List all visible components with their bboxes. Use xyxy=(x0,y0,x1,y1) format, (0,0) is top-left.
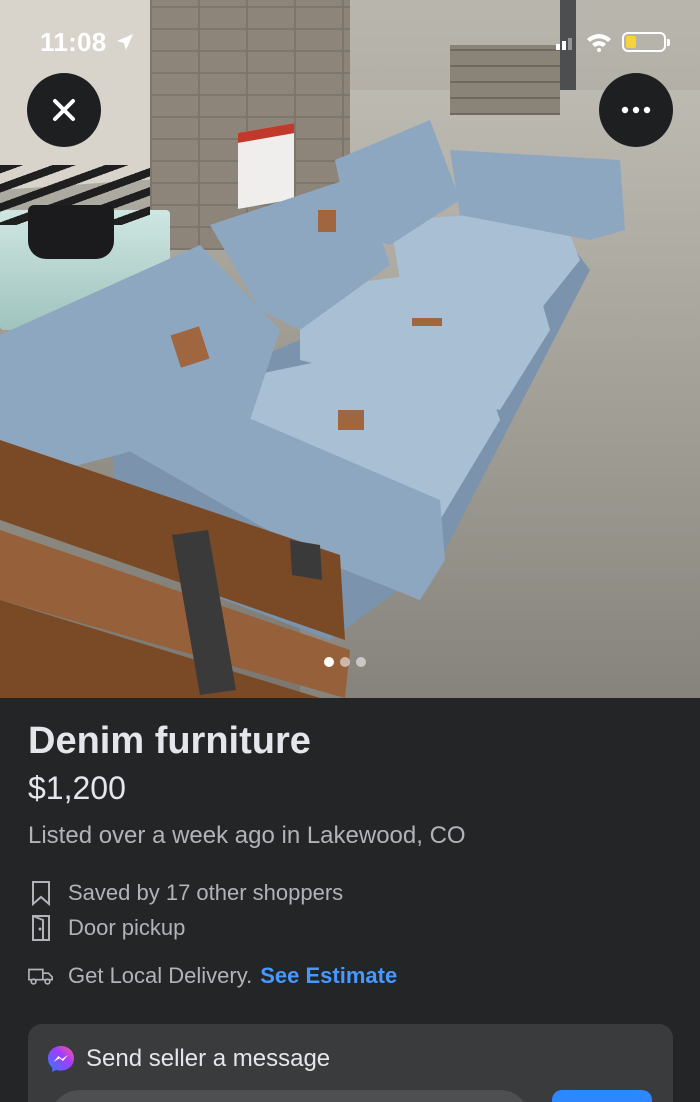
messenger-icon xyxy=(48,1046,74,1072)
listing-title: Denim furniture xyxy=(28,720,311,762)
see-estimate-link[interactable]: See Estimate xyxy=(260,963,397,989)
bookmark-icon xyxy=(28,878,54,908)
denim-couch xyxy=(0,120,625,698)
truck-icon xyxy=(28,961,54,991)
message-seller-card: Send seller a message xyxy=(28,1024,673,1102)
message-input[interactable] xyxy=(50,1090,530,1102)
carousel-dot[interactable] xyxy=(324,657,334,667)
battery-icon xyxy=(622,32,670,52)
listing-photo[interactable]: 11:08 xyxy=(0,0,700,698)
pickup-row: Door pickup xyxy=(28,913,185,943)
close-button[interactable] xyxy=(27,73,101,147)
message-header: Send seller a message xyxy=(46,1044,330,1074)
send-button[interactable] xyxy=(552,1090,652,1102)
listing-details: Denim furniture $1,200 Listed over a wee… xyxy=(0,698,700,1102)
door-icon xyxy=(28,913,54,943)
listing-time-location: Listed over a week ago in Lakewood, CO xyxy=(28,822,466,849)
status-time: 11:08 xyxy=(40,26,107,57)
pickup-text: Door pickup xyxy=(68,915,186,940)
close-icon xyxy=(53,99,75,121)
more-options-button[interactable] xyxy=(599,73,673,147)
carousel-dot[interactable] xyxy=(356,657,366,667)
delivery-text: Get Local Delivery. xyxy=(68,963,253,988)
listing-price: $1,200 xyxy=(28,770,126,806)
wifi-icon xyxy=(587,34,611,52)
message-card-title: Send seller a message xyxy=(86,1045,331,1072)
more-icon xyxy=(621,106,651,114)
battery-level xyxy=(626,36,636,48)
signal-icon xyxy=(556,38,572,50)
status-indicators xyxy=(556,32,670,52)
saved-count-text: Saved by 17 other shoppers xyxy=(68,880,344,905)
location-arrow-icon xyxy=(116,34,133,50)
saved-count-row: Saved by 17 other shoppers xyxy=(28,878,343,908)
carousel-dot[interactable] xyxy=(340,657,350,667)
delivery-row: Get Local Delivery. See Estimate xyxy=(28,961,397,991)
photo-carousel-dots xyxy=(324,657,366,667)
status-bar: 11:08 xyxy=(0,0,700,84)
